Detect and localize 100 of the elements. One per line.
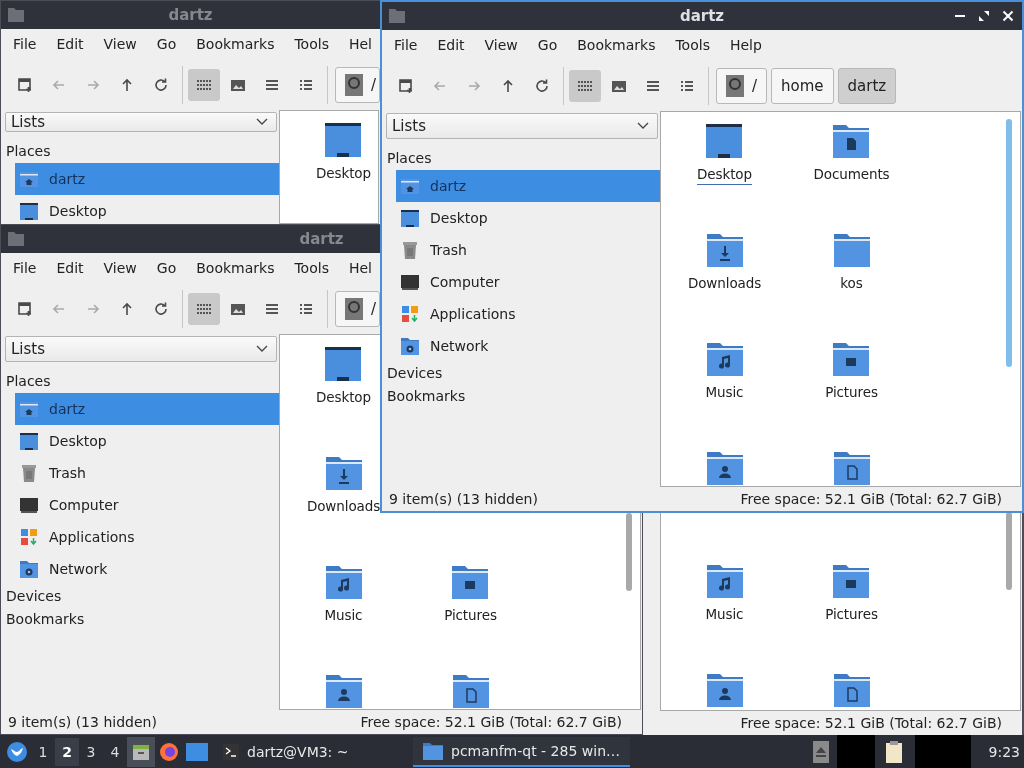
places-item[interactable]: dartz (15, 393, 279, 425)
folder-item[interactable]: Downloads (306, 453, 381, 553)
menu-item[interactable]: Bookmarks (567, 37, 666, 53)
menu-item[interactable]: View (93, 36, 147, 52)
icon-view-button[interactable] (569, 69, 601, 102)
trash-icon (400, 240, 420, 260)
places-item[interactable]: Trash (15, 457, 279, 489)
places-item[interactable]: Computer (396, 266, 660, 298)
folder-item[interactable]: Music (704, 339, 745, 439)
places-item[interactable]: Applications (396, 298, 660, 330)
menu-item[interactable]: Tools (284, 260, 339, 276)
icon-view-button[interactable] (188, 68, 220, 101)
home-folder-icon (400, 176, 420, 196)
scrollbar-thumb[interactable] (1006, 119, 1012, 367)
desktop-icon (323, 120, 364, 160)
task-button[interactable]: pcmanfm-qt - 285 win… (413, 736, 630, 767)
side-pane-dropdown[interactable]: Lists (386, 113, 658, 139)
places-item[interactable]: Network (15, 553, 279, 585)
icon-view-button[interactable] (188, 292, 220, 325)
section-heading[interactable]: Places (1, 370, 51, 393)
path-button[interactable]: dartz (837, 67, 897, 104)
chevron-down-icon (637, 122, 649, 130)
folder-item[interactable]: Pictures (825, 561, 878, 661)
menu-item[interactable]: File (3, 260, 47, 276)
menu-item[interactable]: Help (719, 37, 772, 53)
menu-item[interactable]: Hel (338, 260, 382, 276)
desktop-icon (704, 121, 745, 161)
workspace-button[interactable]: 2 (55, 737, 79, 766)
folder-item[interactable]: Pictures (825, 339, 878, 439)
folder-item[interactable]: Desktop (697, 121, 752, 221)
section-heading[interactable]: Devices (1, 585, 62, 608)
free-space-text: Free space: 52.1 GiB (Total: 62.7 GiB) (740, 715, 1002, 731)
menu-item[interactable]: Tools (665, 37, 720, 53)
path-button[interactable]: / (335, 66, 380, 103)
task-button[interactable]: dartz@VM3: ~ (215, 736, 405, 767)
places-item[interactable]: dartz (15, 163, 279, 195)
side-pane-dropdown[interactable]: Lists (5, 112, 277, 132)
places-item[interactable]: Trash (396, 234, 660, 266)
side-pane-dropdown[interactable]: Lists (5, 336, 277, 362)
chevron-down-icon (256, 118, 268, 126)
desktop-icon (323, 344, 364, 384)
path-button[interactable]: home (771, 67, 834, 104)
home-folder-icon (19, 169, 39, 189)
folder-item[interactable]: kos (831, 230, 872, 330)
clipboard-icon[interactable] (884, 740, 903, 763)
file-manager-launcher[interactable] (127, 736, 155, 767)
workspace-button[interactable]: 1 (31, 737, 55, 766)
scrollbar-thumb[interactable] (1006, 512, 1012, 590)
home-folder-icon (19, 399, 39, 419)
scrollbar-thumb[interactable] (626, 513, 632, 591)
menu-item[interactable]: Edit (427, 37, 475, 53)
menu-item[interactable]: File (3, 36, 47, 52)
folder-icon (389, 9, 405, 23)
menu-item[interactable]: Go (527, 37, 568, 53)
close-icon (1002, 10, 1014, 22)
workspace-button[interactable]: 4 (103, 737, 127, 766)
menu-item[interactable]: Go (146, 260, 187, 276)
menu-item[interactable]: Bookmarks (186, 260, 285, 276)
places-item[interactable]: Applications (15, 521, 279, 553)
folder-item[interactable]: Documents (813, 121, 890, 221)
trash-icon (19, 463, 39, 483)
folder-item[interactable]: Pictures (444, 562, 497, 662)
redaction-block (836, 735, 875, 768)
window-title: dartz (299, 230, 344, 248)
section-heading[interactable]: Bookmarks (1, 608, 85, 631)
path-button[interactable]: / (716, 67, 768, 104)
places-item[interactable]: Network (396, 330, 660, 362)
menu-item[interactable]: View (474, 37, 528, 53)
menu-item[interactable]: Tools (284, 36, 339, 52)
places-item[interactable]: Desktop (15, 425, 279, 457)
section-heading[interactable]: Bookmarks (382, 385, 466, 408)
folder-item[interactable]: Music (704, 561, 745, 661)
drive-icon (345, 73, 363, 96)
monitor-icon (400, 272, 420, 292)
monitor-icon (19, 495, 39, 515)
folder-item[interactable]: Music (323, 562, 364, 662)
section-heading[interactable]: Places (1, 140, 51, 163)
workspace-button[interactable]: 3 (79, 737, 103, 766)
folder-item[interactable]: Downloads (687, 230, 762, 330)
places-item[interactable]: dartz (396, 170, 660, 202)
places-item[interactable]: Desktop (396, 202, 660, 234)
places-item[interactable]: Desktop (15, 195, 279, 224)
clock: 9:23 (988, 743, 1020, 760)
menu-item[interactable]: Go (146, 36, 187, 52)
folder-icon (8, 232, 24, 246)
folder-item[interactable]: Desktop (316, 120, 371, 220)
menu-item[interactable]: View (93, 260, 147, 276)
menu-item[interactable]: Hel (338, 36, 380, 52)
path-button[interactable]: / (335, 290, 381, 327)
menu-item[interactable]: Edit (46, 36, 94, 52)
menu-item[interactable]: Edit (46, 260, 94, 276)
places-item[interactable]: Computer (15, 489, 279, 521)
eject-icon[interactable] (812, 740, 829, 763)
menu-item[interactable]: Bookmarks (186, 36, 285, 52)
reload-icon (153, 76, 169, 93)
folder-item[interactable]: Desktop (316, 344, 371, 444)
menu-item[interactable]: File (384, 37, 428, 53)
section-heading[interactable]: Places (382, 147, 432, 170)
section-heading[interactable]: Devices (382, 362, 443, 385)
network-folder-icon (19, 559, 39, 579)
